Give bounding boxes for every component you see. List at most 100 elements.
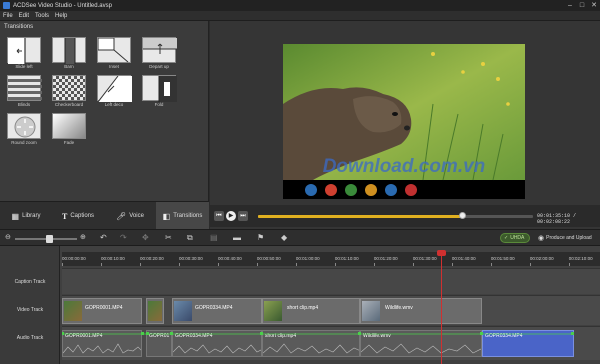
zoom-out-icon[interactable]: ⊖ xyxy=(5,233,11,243)
tab-label: Library xyxy=(22,213,41,219)
tab-transitions[interactable]: ◧ Transitions xyxy=(156,202,209,230)
slide-left-icon xyxy=(8,38,26,64)
tab-label: Captions xyxy=(70,213,95,219)
tab-library[interactable]: ▦ Library xyxy=(0,202,52,230)
transitions-header: Transitions xyxy=(4,24,34,30)
video-clip[interactable] xyxy=(146,298,164,324)
video-preview: Download.com.vn xyxy=(283,44,525,199)
caption-track[interactable] xyxy=(62,268,600,294)
transition-label: Round zoom xyxy=(11,140,37,145)
ruler-tick-mark xyxy=(295,263,297,266)
transition-label: Barn xyxy=(64,64,74,69)
inset-icon xyxy=(97,37,129,63)
depart-up-icon xyxy=(143,38,177,54)
video-clip[interactable]: short clip.mp4 xyxy=(262,298,360,324)
transition-blinds[interactable] xyxy=(7,75,42,101)
play-button[interactable]: ▶ xyxy=(226,211,236,221)
next-frame-button[interactable]: ⏭ xyxy=(238,211,248,221)
transition-label: Fold xyxy=(154,102,164,107)
video-clip[interactable]: Wildlife.wmv xyxy=(360,298,482,324)
captions-icon: T xyxy=(61,211,68,221)
round-zoom-icon xyxy=(14,116,36,138)
watermark-dot xyxy=(385,184,397,196)
undo-icon[interactable]: ↶ xyxy=(100,233,107,243)
audio-track[interactable]: GOPR0001.MP4 GOPR01 GOPR0334.MP4 short c… xyxy=(62,326,600,360)
time-ruler[interactable]: 00:00:00:00 00:00:10:00 00:00:20:00 00:00:3… xyxy=(62,252,600,266)
zoom-slider[interactable] xyxy=(15,235,77,243)
copy-icon[interactable]: ⧉ xyxy=(187,233,193,243)
clip-thumbnail xyxy=(174,301,192,321)
watermark-dot xyxy=(405,184,417,196)
menu-help[interactable]: Help xyxy=(55,13,67,19)
preview-area: Download.com.vn xyxy=(210,21,600,229)
zoom-in-icon[interactable]: ⊕ xyxy=(80,233,86,243)
clip-label: GOPR0001.MP4 xyxy=(85,305,123,311)
transition-round-zoom[interactable] xyxy=(7,113,41,139)
maximize-icon[interactable]: □ xyxy=(578,1,586,10)
app-icon xyxy=(3,2,10,9)
redo-icon[interactable]: ↷ xyxy=(120,233,127,243)
produce-label: Produce and Upload xyxy=(546,235,592,241)
video-track[interactable]: GOPR0001.MP4 GOPR0334.MP4 short clip.mp4… xyxy=(62,295,600,325)
transition-checkerboard[interactable] xyxy=(52,75,86,101)
playhead[interactable] xyxy=(441,252,442,364)
video-clip[interactable]: GOPR0001.MP4 xyxy=(62,298,142,324)
uhda-toggle[interactable]: ✓ UHDA xyxy=(500,233,530,243)
ruler-tick-mark xyxy=(100,263,102,266)
close-icon[interactable]: ✕ xyxy=(590,1,598,10)
marker-icon[interactable]: ⚑ xyxy=(257,233,264,243)
ruler-tick-label: 00:00:00:00 xyxy=(62,256,86,261)
previous-frame-button[interactable]: ⏮ xyxy=(214,211,224,221)
ruler-tick-mark xyxy=(334,263,336,266)
watermark-dot xyxy=(325,184,337,196)
video-clip[interactable]: GOPR0334.MP4 xyxy=(172,298,262,324)
produce-upload-button[interactable]: ◉ Produce and Upload xyxy=(538,234,592,242)
watermark-dot xyxy=(365,184,377,196)
menu-bar: File Edit Tools Help xyxy=(0,11,600,21)
ruler-tick-label: 00:00:50:00 xyxy=(256,256,281,261)
ruler-tick-label: 00:00:10:00 xyxy=(100,256,125,261)
menu-tools[interactable]: Tools xyxy=(35,13,49,19)
clip-thumbnail xyxy=(264,301,282,321)
microphone-icon: 🎤︎ xyxy=(116,211,127,221)
transition-barn[interactable] xyxy=(52,37,86,64)
ruler-tick-mark xyxy=(62,263,63,266)
ruler-tick-label: 00:02:10:00 xyxy=(568,256,593,261)
ruler-tick-mark xyxy=(451,263,453,266)
caption-icon[interactable]: ▬ xyxy=(233,233,241,243)
transition-left-deco[interactable] xyxy=(97,75,132,103)
transitions-icon: ◧ xyxy=(162,211,171,221)
panel-tabs: ▦ Library T Captions 🎤︎ Voice ◧ Transiti… xyxy=(0,201,209,230)
ruler-tick-label: 00:01:40:00 xyxy=(451,256,476,261)
ruler-tick-label: 00:01:00:00 xyxy=(295,256,320,261)
menu-file[interactable]: File xyxy=(3,13,13,19)
ruler-tick-mark xyxy=(373,263,375,266)
transition-slide-left[interactable] xyxy=(7,37,41,64)
playback-progress-bar[interactable] xyxy=(258,212,533,219)
transition-label: Depart up xyxy=(149,64,169,69)
ruler-tick-label: 00:02:00:00 xyxy=(529,256,554,261)
playback-scrubber[interactable] xyxy=(458,212,466,219)
comment-icon[interactable]: ◆ xyxy=(281,233,287,243)
menu-edit[interactable]: Edit xyxy=(19,13,29,19)
split-icon[interactable]: ✂ xyxy=(165,233,172,243)
playback-bar: ⏮ ▶ ⏭ 00:01:35:10 / 00:02:08:22 xyxy=(210,205,600,227)
audio-volume-line xyxy=(62,332,574,335)
zoom-slider-knob[interactable] xyxy=(46,235,54,243)
transition-inset[interactable] xyxy=(97,37,131,63)
paste-icon[interactable]: ▤ xyxy=(210,233,218,243)
move-icon[interactable]: ✥ xyxy=(142,233,149,243)
transition-depart-up[interactable] xyxy=(142,37,177,63)
clip-thumbnail xyxy=(362,301,380,321)
transition-fade[interactable] xyxy=(52,113,86,139)
tab-captions[interactable]: T Captions xyxy=(52,202,104,230)
clip-thumbnail xyxy=(148,301,162,321)
transition-fold[interactable] xyxy=(142,75,177,102)
transition-label: Checkerboard xyxy=(54,102,84,107)
minimize-icon[interactable]: – xyxy=(566,1,574,10)
fold-icon xyxy=(158,76,177,102)
marmot-frame-image: Download.com.vn xyxy=(283,44,525,199)
barn-icon xyxy=(64,38,76,64)
tab-voice[interactable]: 🎤︎ Voice xyxy=(104,202,156,230)
timeline: Caption Track Video Track Audio Track 00… xyxy=(0,246,600,364)
